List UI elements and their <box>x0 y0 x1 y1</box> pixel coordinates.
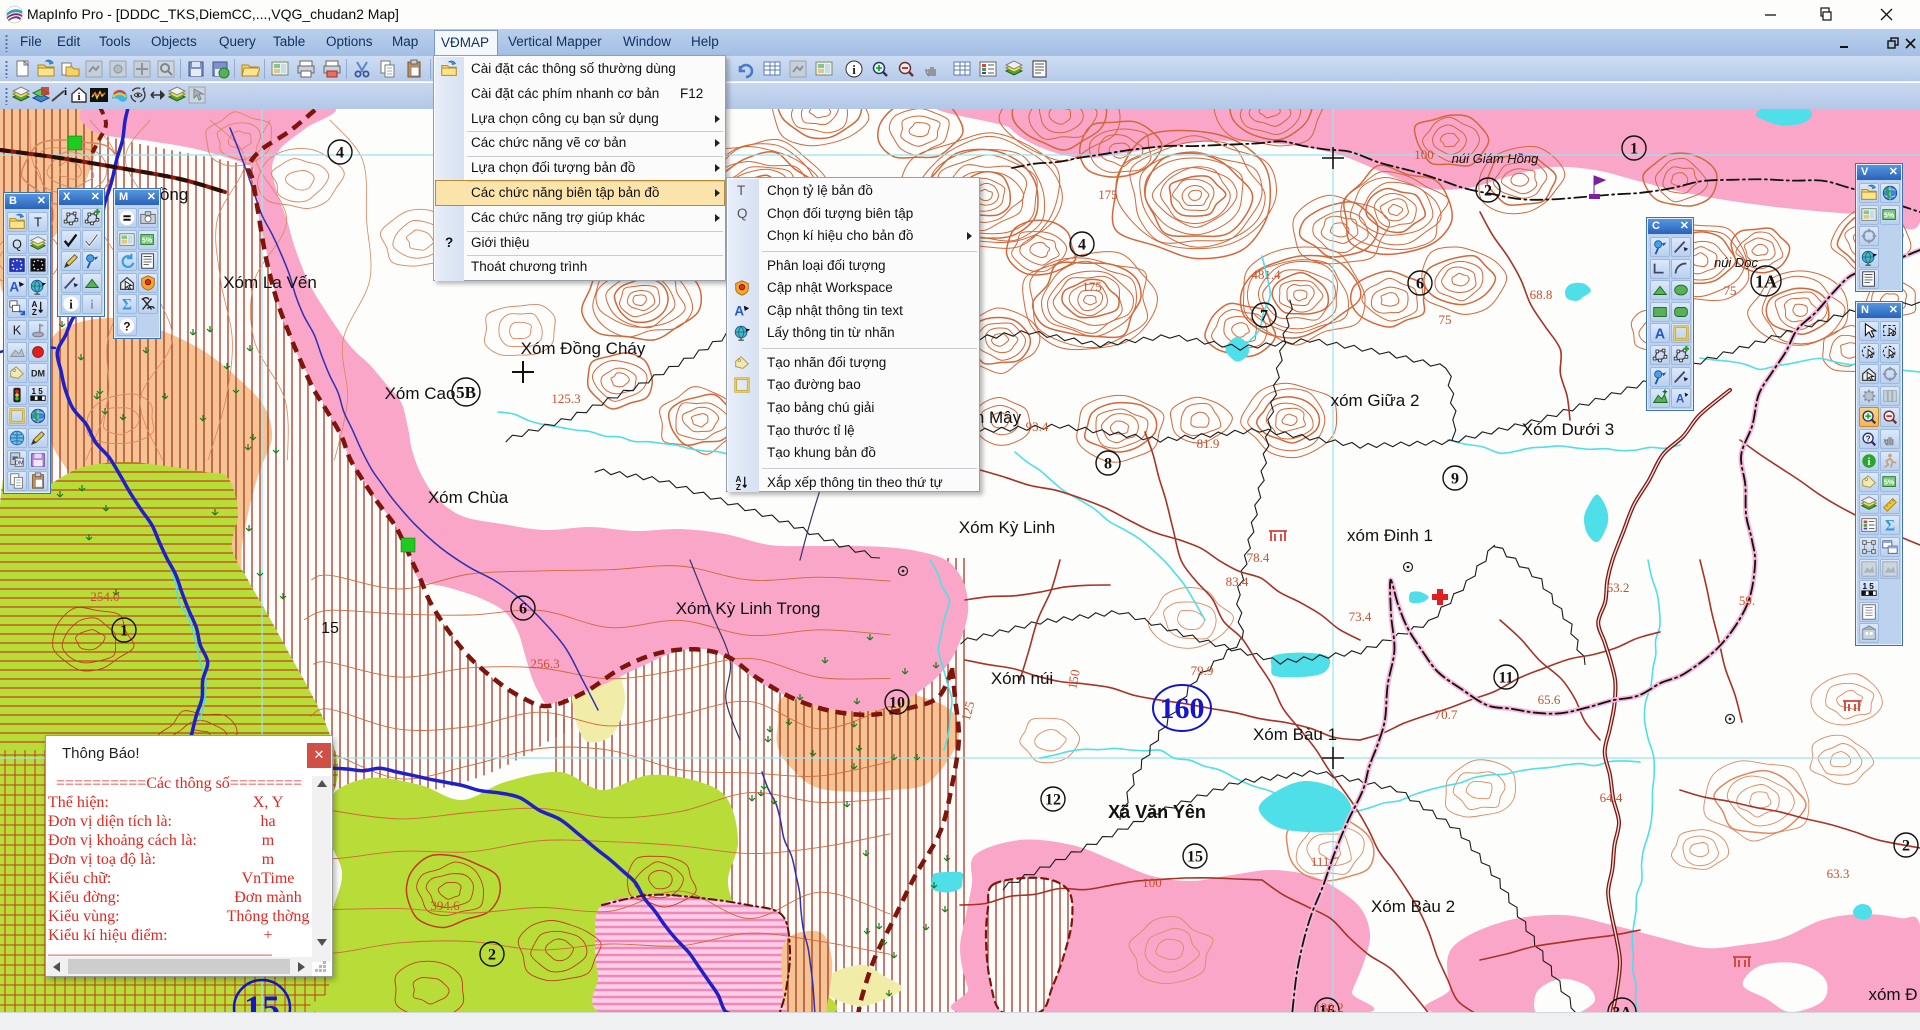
svg-text:1: 1 <box>120 623 128 640</box>
svg-text:Q: Q <box>12 237 22 251</box>
svg-text:6: 6 <box>1416 276 1424 293</box>
svg-text:75: 75 <box>1439 312 1452 327</box>
svg-text:63.2: 63.2 <box>1607 580 1630 595</box>
svg-text:Xóm Cao: Xóm Cao <box>385 384 456 403</box>
svg-text:12: 12 <box>1045 792 1061 809</box>
svg-text:i: i <box>64 86 67 98</box>
svg-text:93.4: 93.4 <box>1026 419 1049 434</box>
svg-text:394.6: 394.6 <box>430 898 460 913</box>
svg-text:125.3: 125.3 <box>551 391 580 406</box>
svg-text:Z: Z <box>736 483 741 492</box>
svg-text:81.9: 81.9 <box>1197 436 1220 451</box>
svg-text:Xã Văn Yên: Xã Văn Yên <box>1108 802 1206 822</box>
svg-text:75: 75 <box>1724 283 1737 298</box>
svg-text:15: 15 <box>321 620 339 637</box>
svg-text:Xóm Bàu 1: Xóm Bàu 1 <box>1253 725 1337 744</box>
svg-text:núi Giám Hồng: núi Giám Hồng <box>1452 151 1539 166</box>
svg-text:4: 4 <box>1078 237 1086 254</box>
svg-text:73.4: 73.4 <box>1349 609 1372 624</box>
svg-text:256.3: 256.3 <box>530 656 559 671</box>
svg-text:100: 100 <box>1142 875 1162 890</box>
svg-text:7: 7 <box>1260 308 1268 325</box>
svg-text:Z: Z <box>32 309 37 318</box>
svg-text:?: ? <box>123 321 130 334</box>
svg-text:5%: 5% <box>1884 478 1895 487</box>
svg-text:100: 100 <box>1414 147 1434 162</box>
svg-text:Xóm Đồng Cháy: Xóm Đồng Cháy <box>521 339 646 358</box>
svg-text:83.4: 83.4 <box>1226 574 1249 589</box>
svg-text:59.: 59. <box>1739 593 1755 608</box>
svg-text:1: 1 <box>1630 141 1638 158</box>
svg-text:175: 175 <box>1098 187 1118 202</box>
svg-text:i: i <box>1868 456 1871 468</box>
svg-text:2: 2 <box>488 947 496 964</box>
svg-text:xóm Đinh 1: xóm Đinh 1 <box>1347 526 1433 545</box>
svg-text:2: 2 <box>1484 183 1492 200</box>
svg-text:xóm Giữa 2: xóm Giữa 2 <box>1331 391 1420 410</box>
svg-text:5%: 5% <box>1884 210 1895 219</box>
svg-text:n Mây: n Mây <box>975 408 1022 427</box>
svg-text:4: 4 <box>336 145 344 162</box>
svg-text:9: 9 <box>1451 471 1459 488</box>
svg-text:481.4: 481.4 <box>1251 267 1281 282</box>
svg-text:65.6: 65.6 <box>1538 692 1561 707</box>
svg-text:Xóm núi: Xóm núi <box>991 669 1053 688</box>
svg-text:?: ? <box>1866 435 1871 444</box>
svg-text:Xóm La Vến: Xóm La Vến <box>223 273 317 292</box>
svg-text:10: 10 <box>889 695 905 712</box>
svg-text:DM: DM <box>15 460 24 466</box>
svg-text:15: 15 <box>1187 849 1203 866</box>
svg-text:64.4: 64.4 <box>1600 790 1623 805</box>
svg-text:5%: 5% <box>142 235 153 244</box>
svg-text:2: 2 <box>1902 838 1910 855</box>
svg-text:63.3: 63.3 <box>1827 866 1850 881</box>
svg-text:11: 11 <box>1498 670 1513 687</box>
svg-text:T: T <box>34 216 42 230</box>
svg-text:175: 175 <box>1082 279 1102 294</box>
svg-text:núi Dọc: núi Dọc <box>1714 255 1759 270</box>
svg-text:i: i <box>69 298 73 312</box>
svg-text:1 5: 1 5 <box>31 387 43 396</box>
svg-text:68.8: 68.8 <box>1530 287 1553 302</box>
svg-text:1 5: 1 5 <box>1862 582 1874 591</box>
svg-text:Σ: Σ <box>122 297 132 314</box>
svg-text:160: 160 <box>1160 692 1205 725</box>
svg-text:i: i <box>852 62 856 77</box>
svg-text:i: i <box>77 91 80 103</box>
svg-text:78.4: 78.4 <box>1247 550 1270 565</box>
svg-text:A: A <box>1655 327 1666 343</box>
svg-text:A: A <box>734 304 744 319</box>
svg-text:79.9: 79.9 <box>1191 663 1214 678</box>
svg-text:5B: 5B <box>456 383 476 402</box>
svg-text:A: A <box>1676 393 1685 406</box>
svg-text:A: A <box>9 279 19 294</box>
svg-text:Xóm Bàu 2: Xóm Bàu 2 <box>1371 897 1455 916</box>
svg-text:i: i <box>90 298 94 312</box>
svg-text:Σ: Σ <box>1885 518 1895 535</box>
svg-text:1A: 1A <box>1755 271 1777 291</box>
svg-text:254.0: 254.0 <box>90 589 119 604</box>
svg-text:111.7: 111.7 <box>1311 854 1340 869</box>
svg-text:8: 8 <box>1104 456 1112 473</box>
svg-text:xóm Đ: xóm Đ <box>1868 985 1917 1004</box>
svg-text:Xóm Kỳ Linh: Xóm Kỳ Linh <box>959 518 1055 537</box>
svg-text:6: 6 <box>519 601 527 618</box>
svg-text:Xóm Kỳ Linh Trong: Xóm Kỳ Linh Trong <box>676 599 821 618</box>
svg-text:Xóm Dưới 3: Xóm Dưới 3 <box>1522 420 1614 439</box>
svg-text:70.7: 70.7 <box>1435 707 1458 722</box>
svg-text:Xóm Chùa: Xóm Chùa <box>428 488 509 507</box>
svg-text:K: K <box>13 324 22 338</box>
svg-text:DM: DM <box>31 369 45 379</box>
